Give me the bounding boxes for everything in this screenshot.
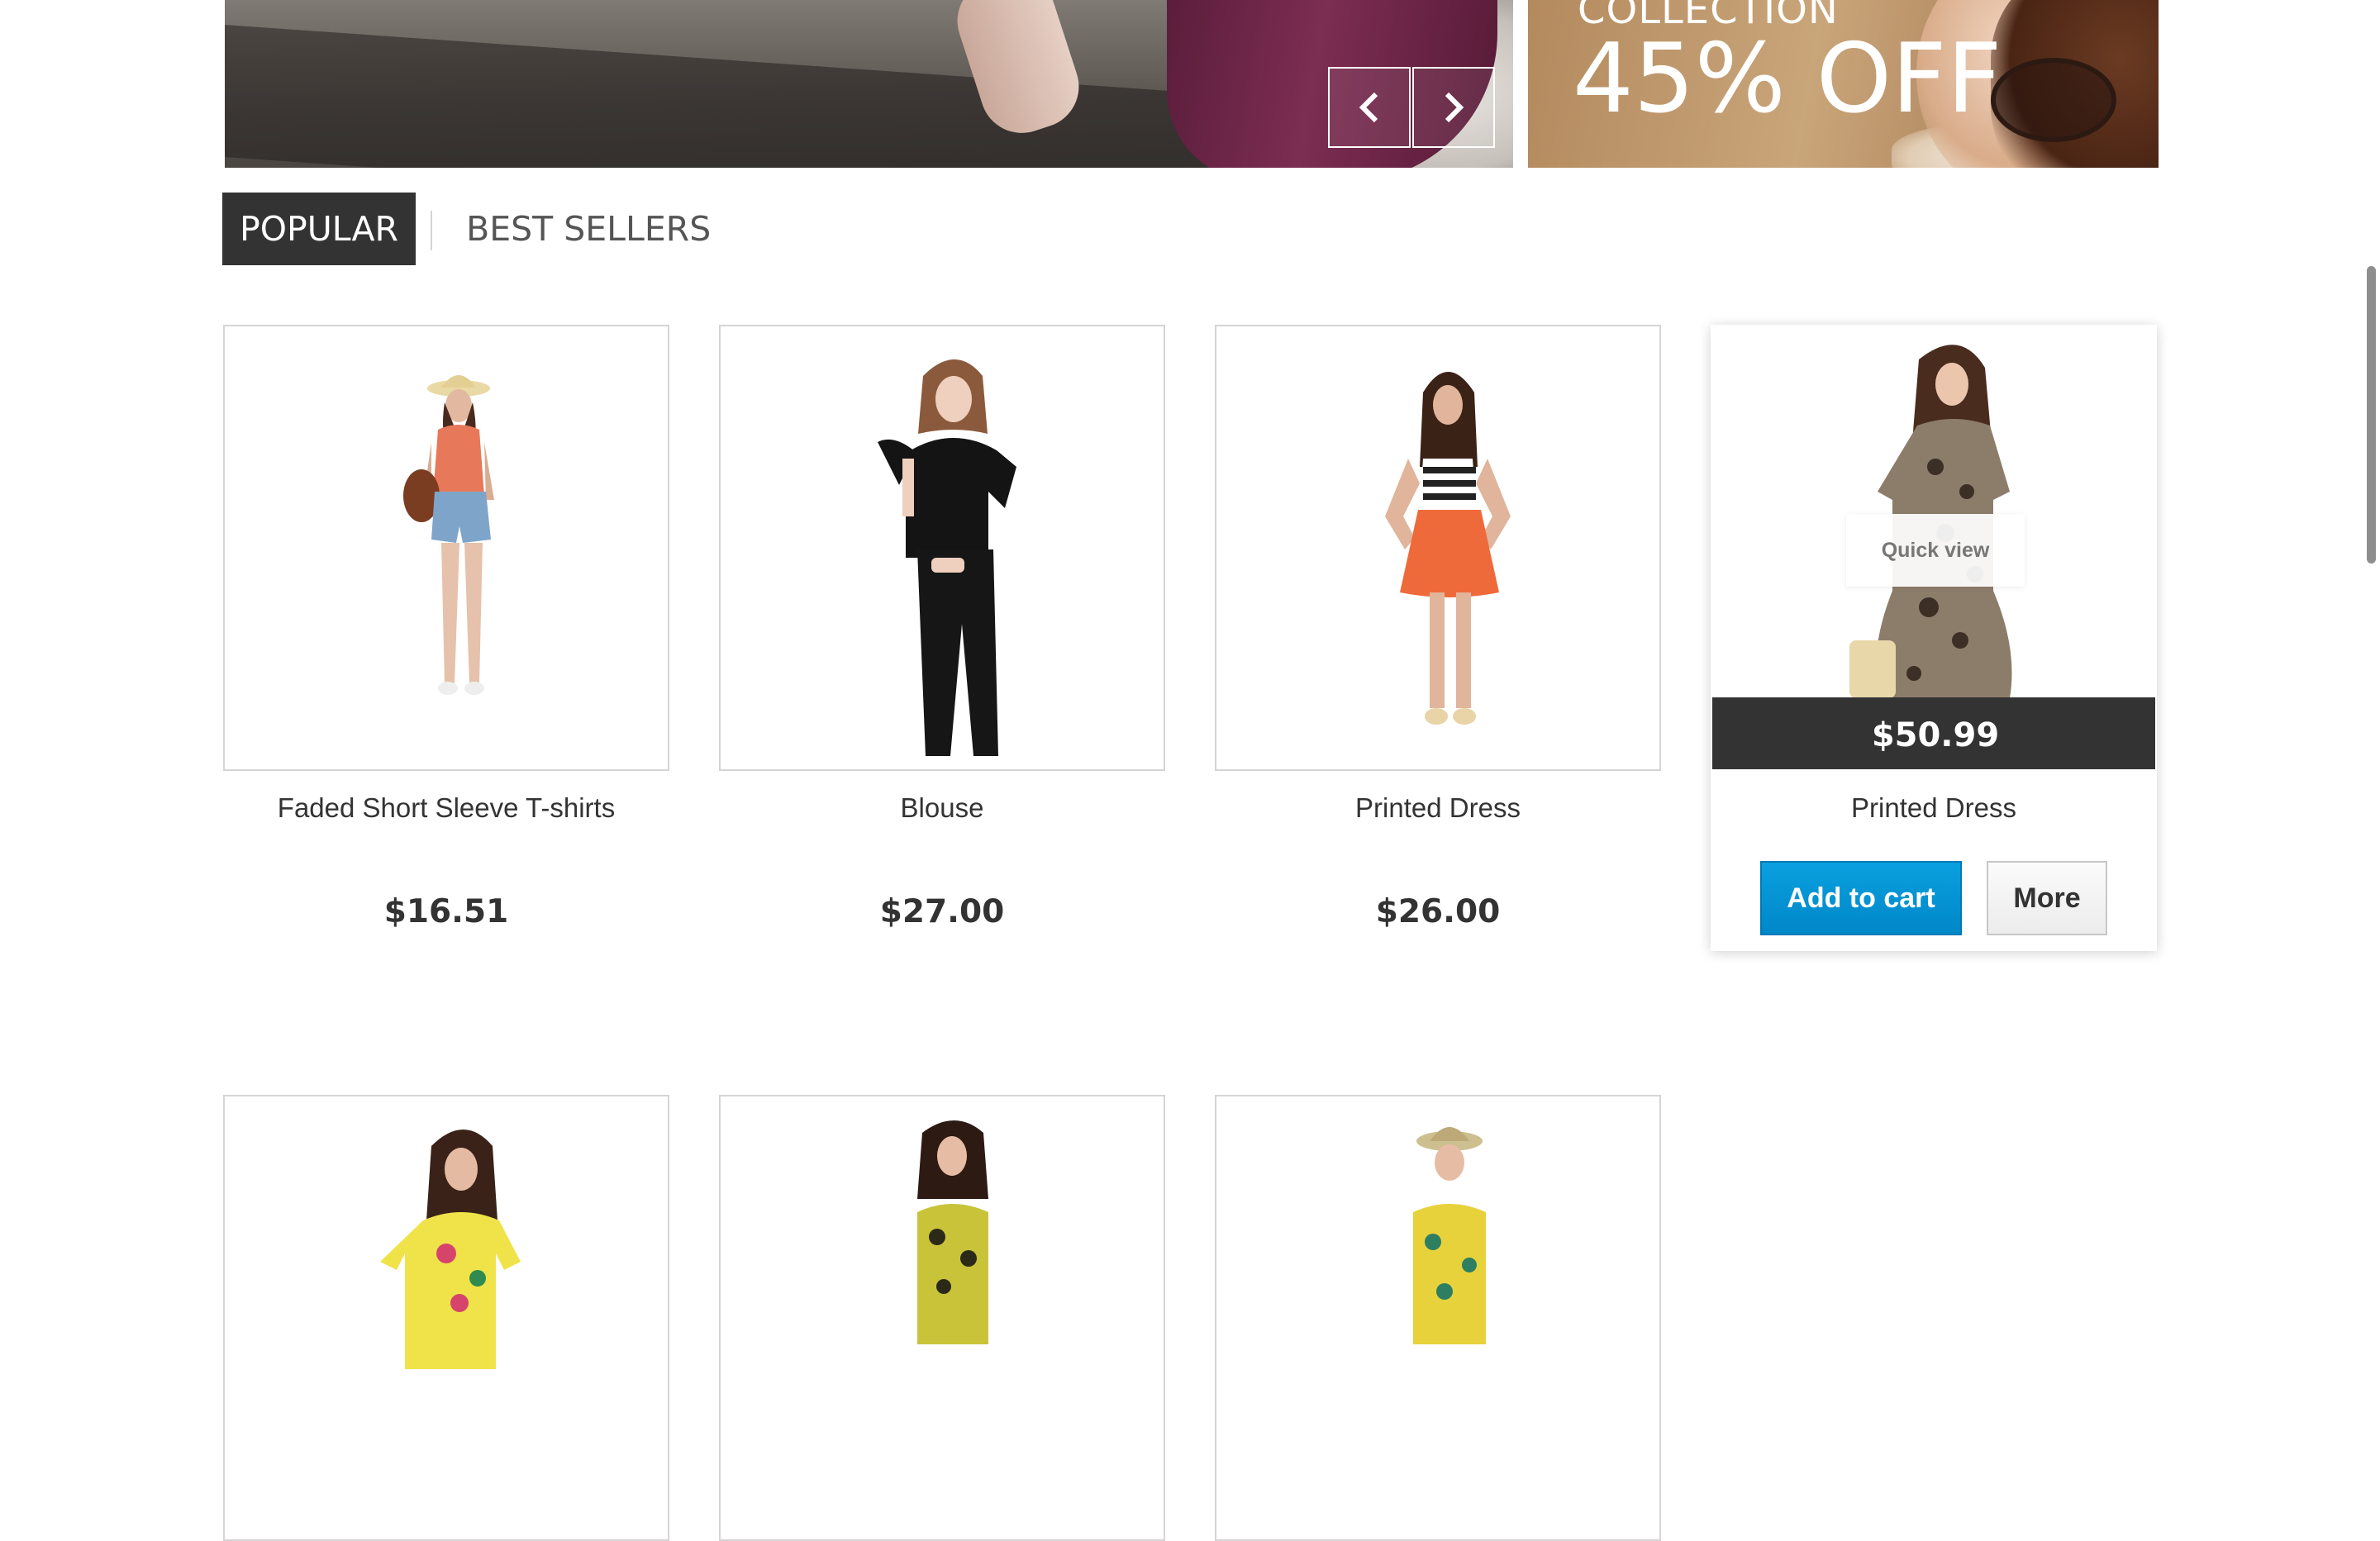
- product-image[interactable]: [1215, 325, 1661, 771]
- product-photo-model: [403, 375, 494, 695]
- product-card-hovered[interactable]: Quick view $50.99 Printed Dress Add to c…: [1711, 325, 2157, 951]
- page-scrollbar-thumb[interactable]: [2367, 266, 2376, 564]
- chevron-right-icon: [1445, 92, 1464, 123]
- slider-next-button[interactable]: [1412, 67, 1495, 148]
- hero-banner-main[interactable]: [225, 0, 1513, 168]
- banner-image-sunglasses: [1991, 58, 2116, 142]
- product-photo-model: [878, 359, 1016, 756]
- product-name[interactable]: Printed Dress: [1711, 792, 2157, 824]
- tab-best-sellers[interactable]: Best Sellers: [449, 193, 728, 265]
- product-image[interactable]: [719, 325, 1165, 771]
- product-photo-model: [380, 1130, 521, 1369]
- product-image[interactable]: Quick view $50.99: [1711, 325, 2157, 771]
- product-price: $27.00: [879, 893, 1005, 930]
- product-price: $16.51: [383, 893, 509, 930]
- more-button[interactable]: More: [1987, 861, 2107, 935]
- quick-view-button[interactable]: Quick view: [1846, 514, 2025, 587]
- product-photo-model: [1385, 372, 1511, 725]
- product-photo-model: [917, 1120, 988, 1344]
- product-image[interactable]: [719, 1095, 1165, 1541]
- hero-banner-side[interactable]: COLLECTION 45% OFF: [1528, 0, 2159, 168]
- tab-popular[interactable]: Popular: [222, 193, 416, 265]
- product-name[interactable]: Faded Short Sleeve T-shirts: [223, 792, 669, 824]
- product-price: $26.00: [1375, 893, 1501, 930]
- product-price-overlay: $50.99: [1712, 697, 2155, 769]
- product-image[interactable]: [223, 325, 669, 771]
- product-image[interactable]: [1215, 1095, 1661, 1541]
- product-name[interactable]: Blouse: [719, 792, 1165, 824]
- slider-prev-button[interactable]: [1328, 67, 1411, 148]
- product-photo-model: [1413, 1127, 1486, 1344]
- banner-discount-text: 45% OFF: [1573, 23, 2002, 135]
- add-to-cart-button[interactable]: Add to cart: [1760, 861, 1962, 935]
- product-image[interactable]: [223, 1095, 669, 1541]
- product-name[interactable]: Printed Dress: [1215, 792, 1661, 824]
- product-tabs: Popular Best Sellers: [222, 193, 728, 265]
- chevron-left-icon: [1359, 92, 1378, 123]
- tab-divider: [431, 211, 432, 250]
